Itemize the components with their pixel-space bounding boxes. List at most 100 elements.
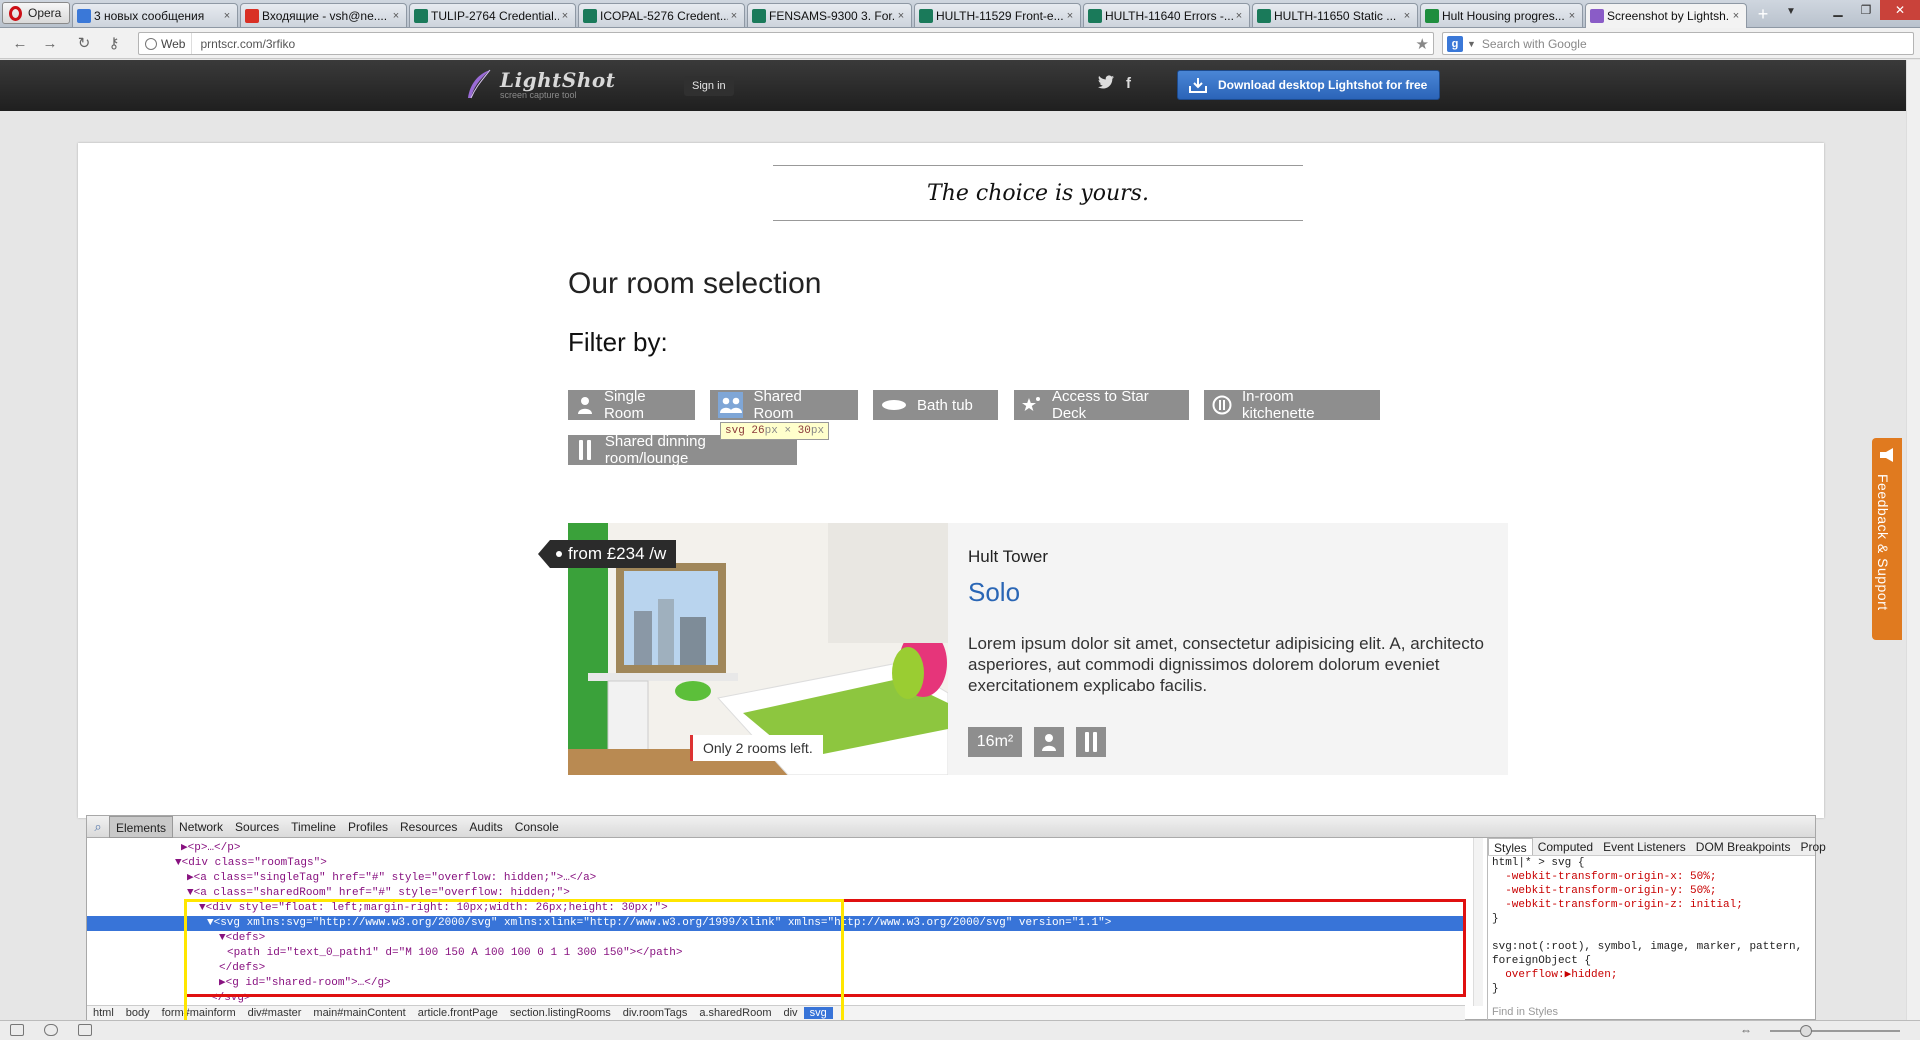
opera-menu-button[interactable]: Opera — [2, 2, 70, 24]
tab-close-icon[interactable]: × — [559, 10, 571, 22]
tab-close-icon[interactable]: × — [390, 10, 402, 22]
tab-6[interactable]: HULTH-11529 Front-e... × — [914, 3, 1081, 27]
dom-node[interactable]: ▶<a class="singleTag" href="#" style="ov… — [87, 871, 1465, 886]
dom-node[interactable]: ▼<div style="float: left;margin-right: 1… — [87, 901, 1465, 916]
filter-shared-room[interactable]: Shared Room — [710, 388, 858, 422]
filter-bath-tub[interactable]: Bath tub — [873, 390, 998, 420]
tab-close-icon[interactable]: × — [1730, 10, 1742, 22]
styles-tab-event-listeners[interactable]: Event Listeners — [1598, 838, 1691, 855]
filter-kitchenette[interactable]: In-room kitchenette — [1204, 388, 1380, 422]
tab-2[interactable]: Входящие - vsh@ne.... × — [240, 3, 407, 27]
breadcrumb-item[interactable]: html — [87, 1007, 120, 1019]
tab-1[interactable]: 3 новых сообщения × — [72, 3, 238, 27]
tab-5[interactable]: FENSAMS-9300 3. For... × — [747, 3, 912, 27]
restore-window-icon[interactable]: ❐ — [1852, 0, 1880, 20]
dom-node[interactable]: </svg> — [87, 991, 1465, 1006]
new-tab-plus-icon[interactable]: + — [1752, 5, 1774, 25]
breadcrumb-item[interactable]: article.frontPage — [412, 1007, 504, 1019]
page-scrollbar[interactable] — [1906, 60, 1920, 1020]
dom-node[interactable]: ▼<a class="sharedRoom" href="#" style="o… — [87, 886, 1465, 901]
panel-toggle-icon[interactable] — [10, 1024, 24, 1036]
breadcrumb-item[interactable]: div.roomTags — [617, 1007, 694, 1019]
breadcrumb-item[interactable]: svg — [803, 1007, 833, 1019]
room-name-link[interactable]: Solo — [968, 577, 1020, 608]
url-text[interactable]: prntscr.com/3rfiko — [192, 37, 295, 51]
styles-tab-styles[interactable]: Styles — [1488, 838, 1533, 855]
tab-close-icon[interactable]: × — [1566, 10, 1578, 22]
breadcrumb-item[interactable]: form#mainform — [156, 1007, 242, 1019]
find-in-styles-input[interactable]: Find in Styles — [1492, 1005, 1558, 1020]
tab-title: FENSAMS-9300 3. For... — [769, 8, 895, 23]
tab-8[interactable]: HULTH-11650 Static ... × — [1252, 3, 1418, 27]
tagline-box: The choice is yours. — [773, 165, 1303, 221]
tab-3[interactable]: TULIP-2764 Credential... × — [409, 3, 576, 27]
reload-icon[interactable]: ↻ — [74, 34, 94, 54]
download-desktop-button[interactable]: Download desktop Lightshot for free — [1177, 70, 1441, 100]
zoom-slider-knob[interactable] — [1800, 1025, 1812, 1037]
tab-9[interactable]: Hult Housing progres... × — [1420, 3, 1583, 27]
dom-node[interactable]: ▼<div class="roomTags"> — [87, 856, 1465, 871]
search-field[interactable]: g ▼ Search with Google — [1442, 32, 1914, 55]
filter-star-deck[interactable]: Access to Star Deck — [1014, 388, 1189, 422]
dom-node[interactable]: ▶<p>…</p> — [87, 841, 1465, 856]
forward-arrow-icon[interactable]: → — [40, 34, 60, 54]
devtools-tab-profiles[interactable]: Profiles — [342, 816, 394, 838]
styles-tab-prop[interactable]: Prop — [1795, 838, 1830, 855]
styles-tab-dom-breakpoints[interactable]: DOM Breakpoints — [1691, 838, 1796, 855]
turbo-icon[interactable] — [78, 1024, 92, 1036]
dom-node[interactable]: ▶<g id="shared-room">…</g> — [87, 976, 1465, 991]
dom-node[interactable]: </defs> — [87, 961, 1465, 976]
minimize-window-icon[interactable]: ▁ — [1824, 0, 1852, 20]
breadcrumb-item[interactable]: section.listingRooms — [504, 1007, 617, 1019]
devtools-tab-network[interactable]: Network — [173, 816, 229, 838]
key-icon[interactable]: ⚷ — [104, 34, 124, 54]
cloud-icon[interactable] — [44, 1024, 58, 1036]
tab-close-icon[interactable]: × — [221, 10, 233, 22]
tab-10[interactable]: Screenshot by Lightsh... × — [1585, 3, 1747, 28]
tab-close-icon[interactable]: × — [1401, 10, 1413, 22]
devtools-tab-timeline[interactable]: Timeline — [285, 816, 342, 838]
elements-scrollbar[interactable] — [1473, 838, 1483, 1006]
devtools-tab-resources[interactable]: Resources — [394, 816, 463, 838]
elements-tree[interactable]: ▶<p>…</p> ▼<div class="roomTags"> ▶<a clas… — [87, 838, 1465, 1006]
twitter-icon[interactable] — [1098, 75, 1114, 93]
close-window-icon[interactable]: ✕ — [1880, 0, 1920, 20]
inspect-magnifier-icon[interactable]: ⌕ — [87, 819, 109, 835]
filter-single-room[interactable]: Single Room — [568, 388, 695, 422]
feedback-label: Feedback & Support — [1875, 474, 1891, 611]
room-card[interactable]: Only 2 rooms left. from £234 /w Hult Tow… — [537, 523, 1508, 775]
breadcrumb-item[interactable]: a.sharedRoom — [693, 1007, 777, 1019]
selected-dom-node[interactable]: ▼<svg xmlns:svg="http://www.w3.org/2000/… — [87, 916, 1465, 931]
dom-node[interactable]: <path id="text_0_path1" d="M 100 150 A 1… — [87, 946, 1465, 961]
breadcrumb-item[interactable]: div — [778, 1007, 804, 1019]
tab-7[interactable]: HULTH-11640 Errors -... × — [1083, 3, 1250, 27]
site-info-chip[interactable]: Web — [139, 33, 193, 54]
sign-in-button[interactable]: Sign in — [684, 76, 734, 96]
back-arrow-icon[interactable]: ← — [10, 34, 30, 54]
zoom-slider-track[interactable] — [1770, 1030, 1900, 1032]
zoom-fit-icon[interactable]: ⇔ — [1740, 1023, 1752, 1037]
url-field[interactable]: Web prntscr.com/3rfiko ★ — [138, 32, 1434, 55]
tab-close-icon[interactable]: × — [1233, 10, 1245, 22]
tab-close-icon[interactable]: × — [1064, 10, 1076, 22]
bookmark-star-icon[interactable]: ★ — [1416, 35, 1429, 53]
facebook-icon[interactable]: f — [1126, 75, 1131, 92]
devtools-tab-console[interactable]: Console — [509, 816, 565, 838]
devtools-tab-elements[interactable]: Elements — [109, 815, 174, 838]
tab-list-chevron-down-icon[interactable]: ▼ — [1786, 6, 1796, 17]
breadcrumb-item[interactable]: div#master — [242, 1007, 308, 1019]
feedback-support-tab[interactable]: Feedback & Support — [1872, 438, 1902, 640]
devtools-tab-sources[interactable]: Sources — [229, 816, 285, 838]
tab-close-icon[interactable]: × — [895, 10, 907, 22]
breadcrumb-item[interactable]: body — [120, 1007, 156, 1019]
tab-4[interactable]: ICOPAL-5276 Credent... × — [578, 3, 745, 27]
devtools-tab-audits[interactable]: Audits — [463, 816, 508, 838]
lightshot-logo[interactable]: LightShot screen capture tool — [464, 68, 616, 100]
two-people-icon — [718, 392, 744, 418]
breadcrumb-item[interactable]: main#mainContent — [307, 1007, 411, 1019]
google-search-icon[interactable]: g — [1447, 35, 1463, 52]
search-engine-chevron-down-icon[interactable]: ▼ — [1467, 39, 1476, 49]
dom-node[interactable]: ▼<defs> — [87, 931, 1465, 946]
styles-tab-computed[interactable]: Computed — [1533, 838, 1598, 855]
tab-close-icon[interactable]: × — [728, 10, 740, 22]
